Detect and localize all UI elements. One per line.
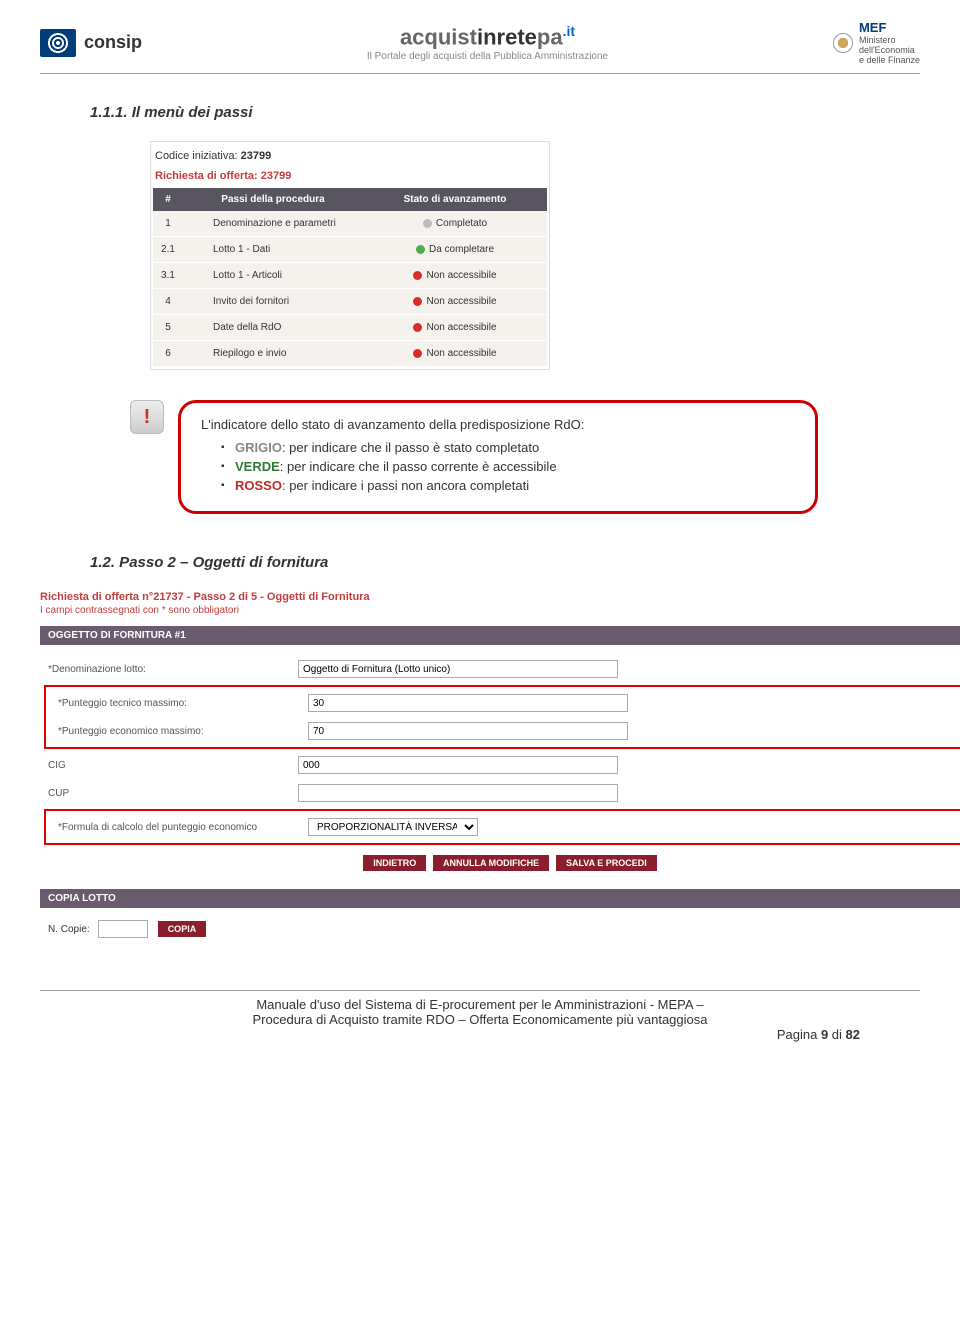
salva-procedi-button[interactable]: SALVA E PROCEDI xyxy=(556,855,657,871)
footer-line2: Procedura di Acquisto tramite RDO – Offe… xyxy=(40,1012,920,1027)
section-1-1-1-title: 1.1.1. Il menù dei passi xyxy=(90,104,920,121)
info-callout: ! L'indicatore dello stato di avanzament… xyxy=(130,400,920,514)
legend-rosso: ROSSO: per indicare i passi non ancora c… xyxy=(221,478,795,493)
formula-select[interactable]: PROPORZIONALITÀ INVERSA xyxy=(308,818,478,836)
cup-input[interactable] xyxy=(298,784,618,802)
required-fields-note: I campi contrassegnati con * sono obblig… xyxy=(40,605,960,616)
status-dot-red-icon xyxy=(413,297,422,306)
cig-input[interactable] xyxy=(298,756,618,774)
highlight-formula: *Formula di calcolo del punteggio econom… xyxy=(44,809,960,845)
status-dot-red-icon xyxy=(413,323,422,332)
exclamation-icon: ! xyxy=(130,400,164,434)
status-dot-green-icon xyxy=(416,245,425,254)
row-denominazione: *Denominazione lotto: xyxy=(40,655,960,683)
table-row: 3.1Lotto 1 - ArticoliNon accessibile xyxy=(153,263,547,289)
richiesta-offerta: Richiesta di offerta: 23799 xyxy=(153,168,547,188)
table-row: 6Riepilogo e invioNon accessibile xyxy=(153,341,547,367)
row-copie: N. Copie: COPIA xyxy=(40,908,960,950)
portal-subtitle: Il Portale degli acquisti della Pubblica… xyxy=(367,51,608,62)
status-dot-red-icon xyxy=(413,349,422,358)
status-dot-gray-icon xyxy=(423,219,432,228)
info-content: L'indicatore dello stato di avanzamento … xyxy=(178,400,818,514)
page-footer: Manuale d'uso del Sistema di E-procureme… xyxy=(40,990,920,1042)
consip-icon xyxy=(40,29,76,57)
row-cup: CUP xyxy=(40,779,960,807)
th-num: # xyxy=(153,188,183,211)
table-row: 1Denominazione e parametriCompletato xyxy=(153,211,547,237)
logo-mef: MEF Ministero dell'Economia e delle Fina… xyxy=(833,20,920,65)
screenshot-oggetti-fornitura: Richiesta di offerta n°21737 - Passo 2 d… xyxy=(40,591,960,950)
legend-grigio: GRIGIO: per indicare che il passo è stat… xyxy=(221,440,795,455)
form-buttons: INDIETRO ANNULLA MODIFICHE SALVA E PROCE… xyxy=(40,847,960,879)
page-number: Pagina 9 di 82 xyxy=(40,1027,920,1042)
rdo-passo-title: Richiesta di offerta n°21737 - Passo 2 d… xyxy=(40,591,370,603)
punteggio-tecnico-input[interactable] xyxy=(308,694,628,712)
logo-acquistinretepa: acquistinretepa.it Il Portale degli acqu… xyxy=(367,23,608,61)
info-intro: L'indicatore dello stato di avanzamento … xyxy=(201,417,795,432)
page-header: consip acquistinretepa.it Il Portale deg… xyxy=(40,20,920,74)
n-copie-input[interactable] xyxy=(98,920,148,938)
passi-table: # Passi della procedura Stato di avanzam… xyxy=(153,188,547,367)
table-row: 2.1Lotto 1 - DatiDa completare xyxy=(153,237,547,263)
section-1-2-title: 1.2. Passo 2 – Oggetti di fornitura xyxy=(90,554,920,571)
legend-verde: VERDE: per indicare che il passo corrent… xyxy=(221,459,795,474)
copia-button[interactable]: COPIA xyxy=(158,921,207,937)
consip-text: consip xyxy=(84,32,142,53)
status-dot-red-icon xyxy=(413,271,422,280)
codice-iniziativa: Codice iniziativa: 23799 xyxy=(153,144,547,168)
denominazione-lotto-input[interactable] xyxy=(298,660,618,678)
highlight-punteggi: *Punteggio tecnico massimo: *Punteggio e… xyxy=(44,685,960,749)
fornitura-form: *Denominazione lotto: *Punteggio tecnico… xyxy=(40,645,960,889)
th-passi: Passi della procedura xyxy=(183,188,363,211)
indietro-button[interactable]: INDIETRO xyxy=(363,855,426,871)
logo-consip: consip xyxy=(40,29,142,57)
table-row: 4Invito dei fornitoriNon accessibile xyxy=(153,289,547,315)
footer-line1: Manuale d'uso del Sistema di E-procureme… xyxy=(40,997,920,1012)
mef-emblem-icon xyxy=(833,33,853,53)
th-stato: Stato di avanzamento xyxy=(363,188,547,211)
row-formula: *Formula di calcolo del punteggio econom… xyxy=(50,813,960,841)
oggetto-fornitura-header: OGGETTO DI FORNITURA #1 xyxy=(40,626,960,645)
row-punteggio-tecnico: *Punteggio tecnico massimo: xyxy=(50,689,960,717)
table-row: 5Date della RdONon accessibile xyxy=(153,315,547,341)
punteggio-economico-input[interactable] xyxy=(308,722,628,740)
annulla-modifiche-button[interactable]: ANNULLA MODIFICHE xyxy=(433,855,549,871)
row-cig: CIG xyxy=(40,751,960,779)
copia-lotto-header: COPIA LOTTO xyxy=(40,889,960,908)
portal-name: acquistinretepa.it xyxy=(367,23,608,50)
row-punteggio-economico: *Punteggio economico massimo: xyxy=(50,717,960,745)
screenshot-passi-menu: Codice iniziativa: 23799 Richiesta di of… xyxy=(150,141,550,370)
